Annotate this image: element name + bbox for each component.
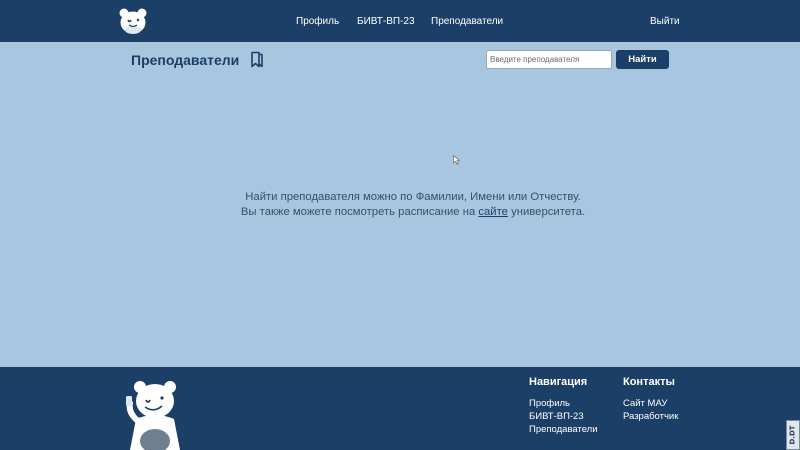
- nav-link-profile[interactable]: Профиль: [296, 16, 339, 27]
- nav-item-teachers[interactable]: Преподаватели: [431, 0, 503, 42]
- footer-contacts-heading: Контакты: [623, 376, 675, 388]
- nav-item-profile[interactable]: Профиль: [296, 0, 339, 42]
- footer-link-university-site[interactable]: Сайт МАУ: [623, 397, 678, 410]
- nav-link-teachers[interactable]: Преподаватели: [431, 16, 503, 27]
- footer-link-profile[interactable]: Профиль: [529, 397, 598, 410]
- footer: Навигация Профиль БИВТ-ВП-23 Преподавате…: [0, 367, 800, 450]
- watermark-badge: D.DT: [786, 420, 800, 450]
- cursor-icon: [453, 155, 461, 165]
- bear-mascot-icon: [126, 381, 180, 450]
- page-title: Преподаватели: [131, 52, 240, 68]
- footer-contacts: Контакты Сайт МАУ Разработчик: [623, 376, 678, 423]
- hint-line-1: Найти преподавателя можно по Фамилии, Им…: [245, 191, 581, 203]
- bookmark-icon[interactable]: [250, 51, 264, 68]
- nav-link-group[interactable]: БИВТ-ВП-23: [357, 16, 415, 27]
- bear-logo-icon[interactable]: [118, 7, 148, 35]
- nav-item-group[interactable]: БИВТ-ВП-23: [357, 0, 415, 42]
- footer-navigation: Навигация Профиль БИВТ-ВП-23 Преподавате…: [529, 376, 598, 436]
- footer-navigation-heading: Навигация: [529, 376, 588, 388]
- hint-line-2-start: Вы также можете посмотреть расписание на: [240, 206, 479, 218]
- watermark-text: D.DT: [789, 425, 797, 445]
- nav-item-logout[interactable]: Выйти: [650, 0, 680, 42]
- footer-link-teachers[interactable]: Преподаватели: [529, 423, 598, 436]
- search-button[interactable]: Найти: [616, 50, 669, 69]
- search-hint: Найти преподавателя можно по Фамилии, Им…: [0, 190, 800, 220]
- hint-line-2-end: университета.: [507, 206, 586, 218]
- top-header: Профиль БИВТ-ВП-23 Преподаватели Выйти: [0, 0, 800, 42]
- footer-link-developer[interactable]: Разработчик: [623, 410, 678, 423]
- hint-line-2: Вы также можете посмотреть расписание на…: [0, 205, 800, 220]
- logout-link[interactable]: Выйти: [650, 16, 680, 27]
- footer-link-group[interactable]: БИВТ-ВП-23: [529, 410, 598, 423]
- schedule-site-link[interactable]: сайте: [478, 206, 508, 218]
- teacher-search-input[interactable]: [486, 50, 612, 69]
